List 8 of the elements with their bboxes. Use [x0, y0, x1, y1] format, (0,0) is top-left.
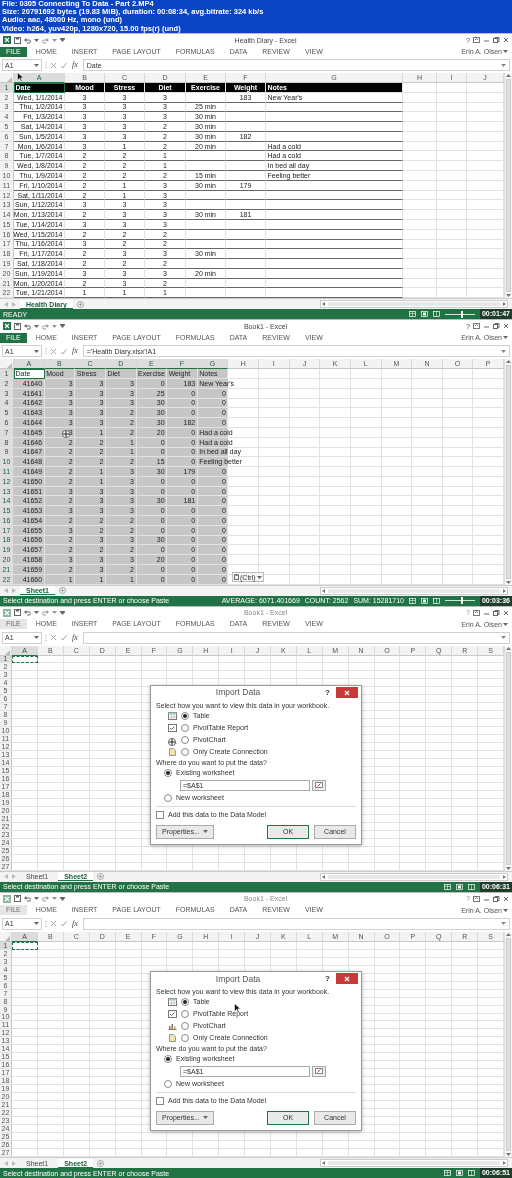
- insert-function-button[interactable]: fx: [70, 919, 80, 928]
- help-button[interactable]: ?: [325, 688, 330, 697]
- dialog-title: Import Data: [214, 688, 262, 697]
- insert-function-button[interactable]: fx: [70, 633, 80, 642]
- help-button[interactable]: ?: [325, 974, 330, 983]
- dialog-title: Import Data: [214, 974, 262, 983]
- insert-function-button[interactable]: fx: [70, 347, 80, 356]
- insert-function-button[interactable]: fx: [70, 61, 80, 69]
